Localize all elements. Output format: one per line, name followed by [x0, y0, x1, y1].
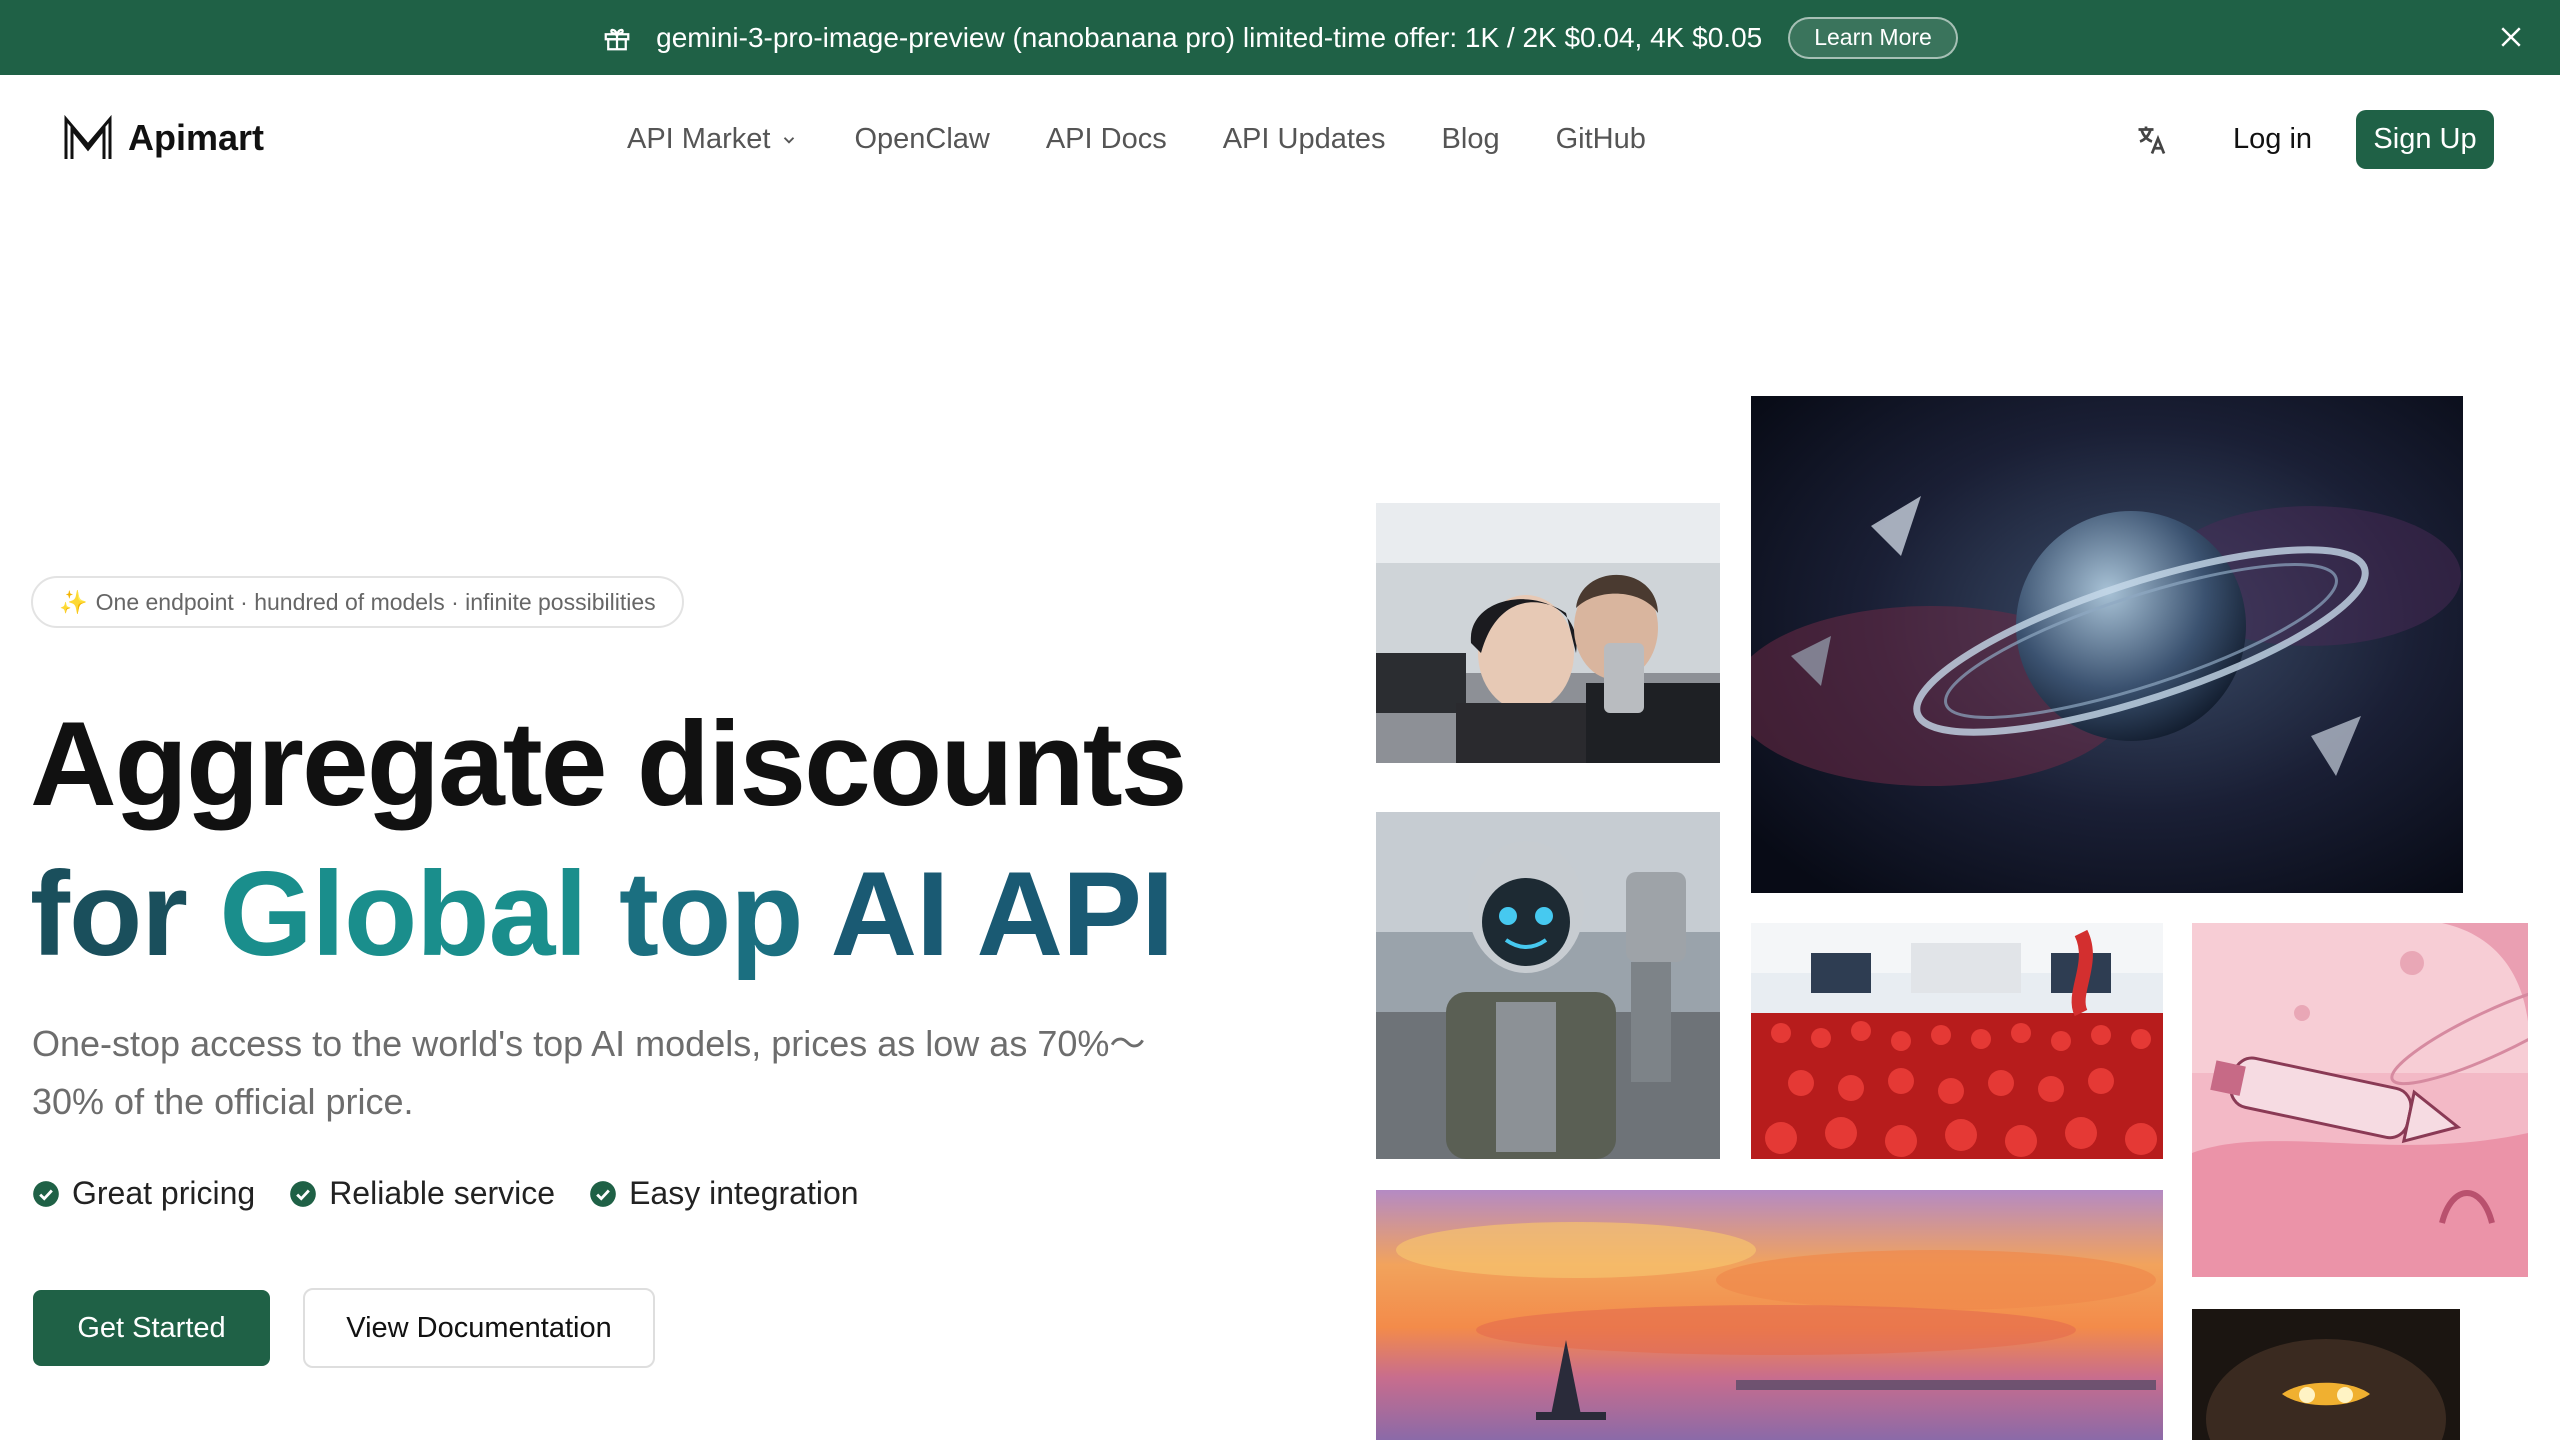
- main-menu: API Market OpenClaw API Docs API Updates…: [627, 123, 1702, 156]
- gallery-image-selfie: [1376, 503, 1720, 763]
- learn-more-button[interactable]: Learn More: [1788, 16, 1958, 59]
- title-word: Global: [219, 847, 587, 981]
- feature-label: Great pricing: [72, 1175, 256, 1211]
- translate-icon[interactable]: [2134, 122, 2170, 158]
- nav-item-openclaw[interactable]: OpenClaw: [854, 123, 989, 156]
- title-word: top: [619, 847, 804, 981]
- feature-list: Great pricing Reliable service Easy inte…: [32, 1175, 893, 1212]
- check-circle-icon: [33, 1180, 59, 1207]
- chevron-down-icon: [784, 136, 795, 144]
- signup-button[interactable]: Sign Up: [2356, 110, 2494, 169]
- hero-description: One-stop access to the world's top AI mo…: [32, 1023, 1146, 1122]
- nav-item-github[interactable]: GitHub: [1556, 123, 1646, 156]
- gallery-image-sunset-watercolor: [1376, 1190, 2163, 1440]
- apimart-logo-icon: [64, 115, 112, 159]
- feature-item: Great pricing: [32, 1175, 255, 1212]
- check-circle-icon: [290, 1180, 317, 1207]
- nav-item-api-updates[interactable]: API Updates: [1223, 123, 1386, 156]
- gallery-image-robot-selfie: [1376, 812, 1720, 1159]
- hero-title-line2: for Global top AI API: [30, 845, 1174, 983]
- brand-name: Apimart: [128, 117, 265, 158]
- top-navigation: Apimart API Market OpenClaw API Docs API…: [0, 75, 2560, 205]
- promo-banner: gemini-3-pro-image-preview (nanobanana p…: [0, 0, 2560, 75]
- gallery-image-monkey-king: [2192, 1309, 2460, 1440]
- feature-label: Easy integration: [629, 1175, 859, 1211]
- title-word: AI API: [830, 847, 1174, 981]
- check-circle-icon: [590, 1180, 616, 1207]
- view-documentation-button[interactable]: View Documentation: [303, 1288, 655, 1368]
- gallery-image-pink-planet-spaceship: [2192, 923, 2528, 1277]
- gallery-image-space-planet: [1751, 396, 2463, 893]
- gallery-image-lobster-market: [1751, 923, 2163, 1159]
- feature-label: Reliable service: [329, 1175, 556, 1211]
- feature-item: Easy integration: [589, 1175, 859, 1212]
- feature-item: Reliable service: [289, 1175, 555, 1212]
- nav-item-label: API Market: [627, 123, 771, 155]
- tagline-text: One endpoint · hundred of models · infin…: [95, 588, 656, 615]
- get-started-button[interactable]: Get Started: [33, 1290, 270, 1366]
- nav-item-api-docs[interactable]: API Docs: [1046, 123, 1167, 156]
- nav-item-blog[interactable]: Blog: [1442, 123, 1500, 156]
- gift-icon: [604, 28, 630, 50]
- login-link[interactable]: Log in: [2233, 123, 2312, 156]
- hero-title-line1: Aggregate discounts: [30, 697, 1187, 831]
- tagline-badge: ✨ One endpoint · hundred of models · inf…: [31, 576, 684, 628]
- close-icon[interactable]: [2496, 22, 2526, 52]
- nav-item-api-market[interactable]: API Market: [627, 123, 798, 156]
- logo[interactable]: Apimart: [62, 115, 264, 161]
- sparkles-icon: ✨: [59, 588, 88, 615]
- title-word: for: [30, 847, 188, 981]
- promo-text: gemini-3-pro-image-preview (nanobanana p…: [656, 21, 1763, 53]
